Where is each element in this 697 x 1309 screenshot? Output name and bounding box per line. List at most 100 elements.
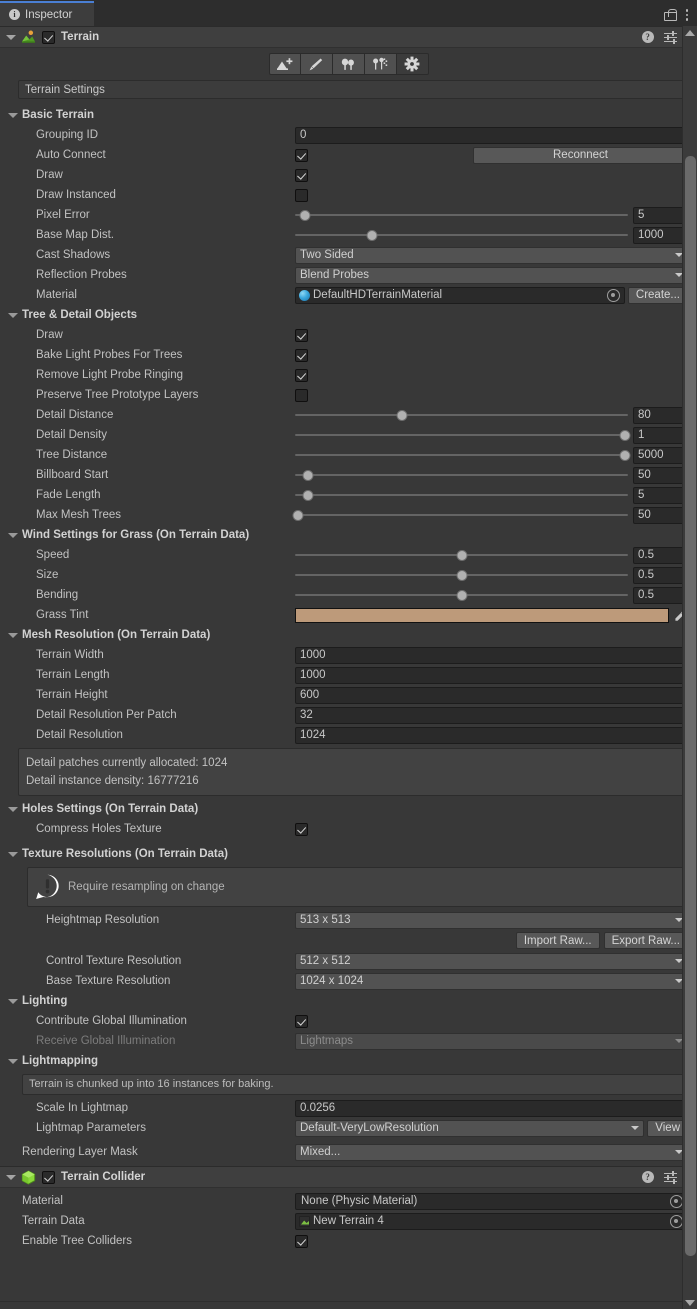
fade-length-input[interactable]: 5 bbox=[633, 487, 688, 504]
terrain-length-input[interactable]: 1000 bbox=[295, 667, 688, 684]
row-cast-shadows: Cast Shadows Two Sided bbox=[0, 245, 697, 265]
section-mesh-resolution[interactable]: Mesh Resolution (On Terrain Data) bbox=[0, 625, 697, 645]
chevron-down-icon[interactable] bbox=[8, 805, 17, 814]
detail-resolution-input[interactable]: 1024 bbox=[295, 727, 688, 744]
draw-checkbox[interactable] bbox=[295, 169, 308, 182]
preset-settings-icon[interactable] bbox=[664, 1172, 677, 1183]
reconnect-button[interactable]: Reconnect bbox=[473, 147, 688, 164]
terrain-data-asset-icon bbox=[299, 1216, 310, 1227]
chevron-down-icon[interactable] bbox=[8, 631, 17, 640]
pixel-error-input[interactable]: 5 bbox=[633, 207, 688, 224]
chevron-down-icon[interactable] bbox=[8, 311, 17, 320]
wind-speed-slider[interactable] bbox=[295, 547, 628, 564]
scroll-up-arrow-icon[interactable] bbox=[683, 26, 697, 39]
max-mesh-trees-slider[interactable] bbox=[295, 507, 628, 524]
terrain-enabled-checkbox[interactable] bbox=[42, 31, 55, 44]
create-material-button[interactable]: Create... bbox=[628, 287, 688, 304]
cast-shadows-dropdown[interactable]: Two Sided bbox=[295, 247, 688, 264]
section-lightmapping[interactable]: Lightmapping bbox=[0, 1051, 697, 1071]
row-scale-in-lightmap: Scale In Lightmap 0.0256 bbox=[0, 1098, 697, 1118]
paint-trees-tool-button[interactable] bbox=[333, 53, 365, 75]
terrain-width-input[interactable]: 1000 bbox=[295, 647, 688, 664]
scroll-down-arrow-icon[interactable] bbox=[683, 1296, 697, 1309]
billboard-start-input[interactable]: 50 bbox=[633, 467, 688, 484]
wind-bending-input[interactable]: 0.5 bbox=[633, 587, 688, 604]
lightmap-parameters-dropdown[interactable]: Default-VeryLowResolution bbox=[295, 1120, 644, 1137]
detail-density-slider[interactable] bbox=[295, 427, 628, 444]
control-texture-resolution-dropdown[interactable]: 512 x 512 bbox=[295, 953, 688, 970]
base-texture-resolution-dropdown[interactable]: 1024 x 1024 bbox=[295, 973, 688, 990]
grass-tint-color-field[interactable] bbox=[295, 608, 669, 623]
preset-settings-icon[interactable] bbox=[664, 32, 677, 43]
auto-connect-checkbox[interactable] bbox=[295, 149, 308, 162]
help-icon[interactable]: ? bbox=[642, 1171, 654, 1183]
help-icon[interactable]: ? bbox=[642, 31, 654, 43]
fade-length-label: Fade Length bbox=[8, 489, 295, 501]
base-map-dist-input[interactable]: 1000 bbox=[633, 227, 688, 244]
terrain-collider-enabled-checkbox[interactable] bbox=[42, 1171, 55, 1184]
tree-distance-input[interactable]: 5000 bbox=[633, 447, 688, 464]
scale-in-lightmap-input[interactable]: 0.0256 bbox=[295, 1100, 688, 1117]
terrain-foldout-icon[interactable] bbox=[6, 33, 15, 42]
terrain-height-input[interactable]: 600 bbox=[295, 687, 688, 704]
section-texture-resolutions[interactable]: Texture Resolutions (On Terrain Data) bbox=[0, 844, 697, 864]
tab-inspector[interactable]: i Inspector bbox=[0, 1, 94, 26]
reflection-probes-dropdown[interactable]: Blend Probes bbox=[295, 267, 688, 284]
bake-light-probes-checkbox[interactable] bbox=[295, 349, 308, 362]
material-object-field[interactable]: DefaultHDTerrainMaterial bbox=[295, 287, 625, 304]
grass-tint-label: Grass Tint bbox=[8, 609, 295, 621]
terrain-collider-foldout-icon[interactable] bbox=[6, 1173, 15, 1182]
chevron-down-icon[interactable] bbox=[8, 1057, 17, 1066]
heightmap-resolution-dropdown[interactable]: 513 x 513 bbox=[295, 912, 688, 929]
chevron-down-icon[interactable] bbox=[8, 111, 17, 120]
vertical-scrollbar[interactable] bbox=[682, 26, 697, 1309]
section-basic-terrain-label: Basic Terrain bbox=[22, 109, 94, 121]
lightmap-parameters-label: Lightmap Parameters bbox=[8, 1122, 295, 1134]
billboard-start-slider[interactable] bbox=[295, 467, 628, 484]
export-raw-button[interactable]: Export Raw... bbox=[604, 932, 688, 949]
base-map-dist-slider[interactable] bbox=[295, 227, 628, 244]
terrain-component-header[interactable]: Terrain ? bbox=[0, 26, 697, 48]
remove-ringing-checkbox[interactable] bbox=[295, 369, 308, 382]
scrollbar-thumb[interactable] bbox=[685, 156, 696, 1256]
detail-distance-slider[interactable] bbox=[295, 407, 628, 424]
import-raw-button[interactable]: Import Raw... bbox=[516, 932, 600, 949]
rendering-layer-mask-dropdown[interactable]: Mixed... bbox=[295, 1144, 688, 1161]
detail-res-per-patch-input[interactable]: 32 bbox=[295, 707, 688, 724]
chevron-down-icon[interactable] bbox=[8, 997, 17, 1006]
max-mesh-trees-input[interactable]: 50 bbox=[633, 507, 688, 524]
tree-draw-checkbox[interactable] bbox=[295, 329, 308, 342]
pixel-error-slider[interactable] bbox=[295, 207, 628, 224]
fade-length-slider[interactable] bbox=[295, 487, 628, 504]
object-picker-icon[interactable] bbox=[607, 289, 620, 302]
chevron-down-icon[interactable] bbox=[8, 850, 17, 859]
terrain-collider-component-header[interactable]: Terrain Collider ? bbox=[0, 1166, 697, 1188]
section-wind-settings[interactable]: Wind Settings for Grass (On Terrain Data… bbox=[0, 525, 697, 545]
detail-density-input[interactable]: 1 bbox=[633, 427, 688, 444]
enable-tree-colliders-checkbox[interactable] bbox=[295, 1235, 308, 1248]
draw-instanced-checkbox[interactable] bbox=[295, 189, 308, 202]
create-neighbor-terrains-tool-button[interactable] bbox=[269, 53, 301, 75]
detail-distance-input[interactable]: 80 bbox=[633, 407, 688, 424]
collider-material-object-field[interactable]: None (Physic Material) bbox=[295, 1193, 688, 1210]
lock-icon[interactable] bbox=[664, 9, 675, 21]
wind-size-slider[interactable] bbox=[295, 567, 628, 584]
section-lighting[interactable]: Lighting bbox=[0, 991, 697, 1011]
kebab-menu-icon[interactable] bbox=[686, 9, 688, 20]
compress-holes-checkbox[interactable] bbox=[295, 823, 308, 836]
section-basic-terrain[interactable]: Basic Terrain bbox=[0, 105, 697, 125]
section-tree-detail-objects[interactable]: Tree & Detail Objects bbox=[0, 305, 697, 325]
collider-terrain-data-object-field[interactable]: New Terrain 4 bbox=[295, 1213, 688, 1230]
contribute-gi-checkbox[interactable] bbox=[295, 1015, 308, 1028]
terrain-settings-tool-button[interactable] bbox=[397, 53, 429, 75]
paint-details-tool-button[interactable] bbox=[365, 53, 397, 75]
section-holes-settings[interactable]: Holes Settings (On Terrain Data) bbox=[0, 799, 697, 819]
wind-size-input[interactable]: 0.5 bbox=[633, 567, 688, 584]
chevron-down-icon[interactable] bbox=[8, 531, 17, 540]
preserve-layers-checkbox[interactable] bbox=[295, 389, 308, 402]
wind-bending-slider[interactable] bbox=[295, 587, 628, 604]
paint-terrain-tool-button[interactable] bbox=[301, 53, 333, 75]
tree-distance-slider[interactable] bbox=[295, 447, 628, 464]
wind-speed-input[interactable]: 0.5 bbox=[633, 547, 688, 564]
grouping-id-input[interactable]: 0 bbox=[295, 127, 688, 144]
